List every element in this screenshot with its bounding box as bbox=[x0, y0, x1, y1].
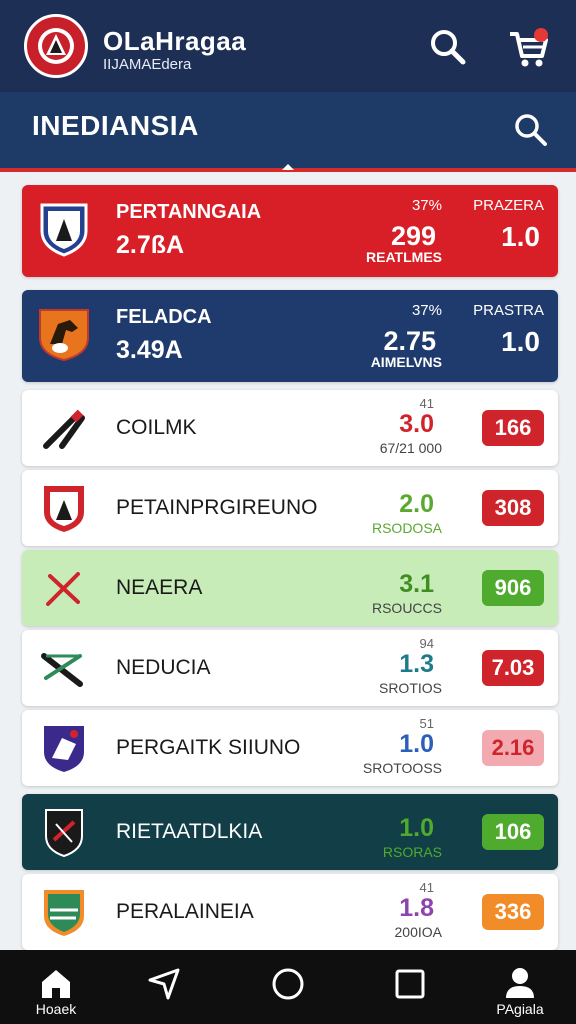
team-name: PERTANNGAIA bbox=[116, 201, 262, 223]
nav-label: Hoaek bbox=[35, 1001, 77, 1017]
dark-crest-icon bbox=[45, 809, 83, 858]
item-value: 2.0 bbox=[399, 490, 434, 518]
right-label: PRAZERA bbox=[473, 197, 544, 214]
odds-button[interactable]: 106 bbox=[482, 814, 544, 850]
percentage: 37% bbox=[411, 197, 442, 214]
odds-value: 299 bbox=[390, 221, 436, 251]
right-label: PRASTRA bbox=[473, 302, 544, 319]
item-caption: 67/21 000 bbox=[379, 440, 442, 456]
featured-card[interactable]: FELADCA 3.49A 37% 2.75 AIMELVNS PRASTRA … bbox=[22, 290, 558, 382]
match-list: PERTANNGAIA 2.7ßA 37% 299 REATLMES PRAZE… bbox=[0, 172, 576, 950]
team-score: 2.7ßA bbox=[116, 231, 185, 259]
item-count: 41 bbox=[419, 396, 434, 411]
tab-indicator bbox=[282, 164, 294, 170]
item-value: 1.0 bbox=[399, 814, 434, 842]
list-item[interactable]: PETAINPRGIREUNO 2.0 RSODOSA 308 bbox=[22, 470, 558, 546]
right-value: 1.0 bbox=[501, 221, 540, 252]
item-count: 41 bbox=[419, 880, 434, 895]
item-count: 94 bbox=[419, 636, 434, 651]
nav-recents[interactable] bbox=[370, 950, 450, 1024]
section-title: INEDIANSIA bbox=[32, 110, 199, 141]
team-name: FELADCA bbox=[116, 306, 212, 328]
list-item[interactable]: NEDUCIA 94 1.3 SROTIOS 7.03 bbox=[22, 630, 558, 706]
striped-shield-icon bbox=[44, 890, 84, 936]
odds-button[interactable]: 336 bbox=[482, 894, 544, 930]
search-icon[interactable] bbox=[428, 27, 468, 67]
recents-icon bbox=[395, 969, 425, 999]
top-app-bar: OLaHragaa IIJAMAEdera bbox=[0, 0, 576, 92]
item-name: PERALAINEIA bbox=[116, 900, 254, 923]
section-search-icon[interactable] bbox=[513, 112, 549, 148]
item-caption: 200IOA bbox=[394, 924, 442, 940]
item-name: NEAERA bbox=[116, 576, 203, 599]
list-item[interactable]: PERGAITK SIIUNO 51 1.0 SROTOOSS 2.16 bbox=[22, 710, 558, 786]
tools-icon bbox=[43, 409, 85, 449]
item-value: 1.8 bbox=[399, 894, 434, 922]
nav-label: PAgiala bbox=[496, 1001, 544, 1017]
nav-home-button[interactable] bbox=[248, 950, 328, 1024]
list-item[interactable]: RIETAATDLKIA 1.0 RSORAS 106 bbox=[22, 794, 558, 870]
home-icon bbox=[42, 970, 70, 998]
item-name: NEDUCIA bbox=[116, 656, 211, 679]
list-item[interactable]: PERALAINEIA 41 1.8 200IOA 336 bbox=[22, 874, 558, 950]
item-value: 3.0 bbox=[399, 410, 434, 438]
home-circle-icon bbox=[272, 968, 304, 1000]
item-caption: SROTOOSS bbox=[362, 760, 442, 776]
item-count: 51 bbox=[419, 716, 434, 731]
nav-back[interactable] bbox=[124, 950, 204, 1024]
nav-profile[interactable]: PAgiala bbox=[480, 950, 560, 1024]
red-crest-icon bbox=[44, 486, 84, 532]
odds-caption: REATLMES bbox=[366, 249, 442, 265]
featured-card[interactable]: PERTANNGAIA 2.7ßA 37% 299 REATLMES PRAZE… bbox=[22, 185, 558, 277]
odds-value: 2.75 bbox=[383, 326, 436, 356]
item-value: 1.0 bbox=[399, 730, 434, 758]
profile-icon bbox=[506, 968, 534, 998]
odds-button[interactable]: 308 bbox=[482, 490, 544, 526]
list-item[interactable]: NEAERA 3.1 RSOUCCS 906 bbox=[22, 550, 558, 626]
item-name: PERGAITK SIIUNO bbox=[116, 736, 301, 759]
cart-notification-dot bbox=[534, 28, 548, 42]
purple-crest-icon bbox=[44, 726, 84, 772]
item-value: 1.3 bbox=[399, 650, 434, 678]
odds-button[interactable]: 906 bbox=[482, 570, 544, 606]
item-caption: RSORAS bbox=[382, 844, 442, 860]
nav-home[interactable]: Hoaek bbox=[16, 950, 96, 1024]
back-icon bbox=[148, 968, 180, 1000]
cross-hammers-icon bbox=[46, 572, 80, 606]
crossed-bars-icon bbox=[41, 653, 83, 687]
item-name: RIETAATDLKIA bbox=[116, 820, 263, 843]
percentage: 37% bbox=[411, 302, 442, 319]
bottom-navigation: Hoaek PAgiala bbox=[0, 950, 576, 1024]
shield-crest-icon bbox=[40, 203, 88, 257]
odds-button[interactable]: 2.16 bbox=[482, 730, 544, 766]
app-title: OLaHragaa bbox=[103, 26, 247, 56]
list-item[interactable]: COILMK 41 3.0 67/21 000 166 bbox=[22, 390, 558, 466]
app-logo[interactable] bbox=[24, 14, 88, 78]
item-caption: RSOUCCS bbox=[371, 600, 442, 616]
item-value: 3.1 bbox=[399, 570, 434, 598]
odds-button[interactable]: 7.03 bbox=[482, 650, 544, 686]
item-caption: SROTIOS bbox=[378, 680, 442, 696]
team-score: 3.49A bbox=[116, 336, 183, 364]
item-caption: RSODOSA bbox=[371, 520, 442, 536]
odds-caption: AIMELVNS bbox=[370, 354, 442, 370]
item-name: PETAINPRGIREUNO bbox=[116, 496, 318, 519]
right-value: 1.0 bbox=[501, 326, 540, 357]
horse-crest-icon bbox=[39, 309, 89, 362]
odds-button[interactable]: 166 bbox=[482, 410, 544, 446]
item-name: COILMK bbox=[116, 416, 197, 439]
app-subtitle: IIJAMAEdera bbox=[103, 56, 192, 73]
section-header: INEDIANSIA bbox=[0, 92, 576, 172]
